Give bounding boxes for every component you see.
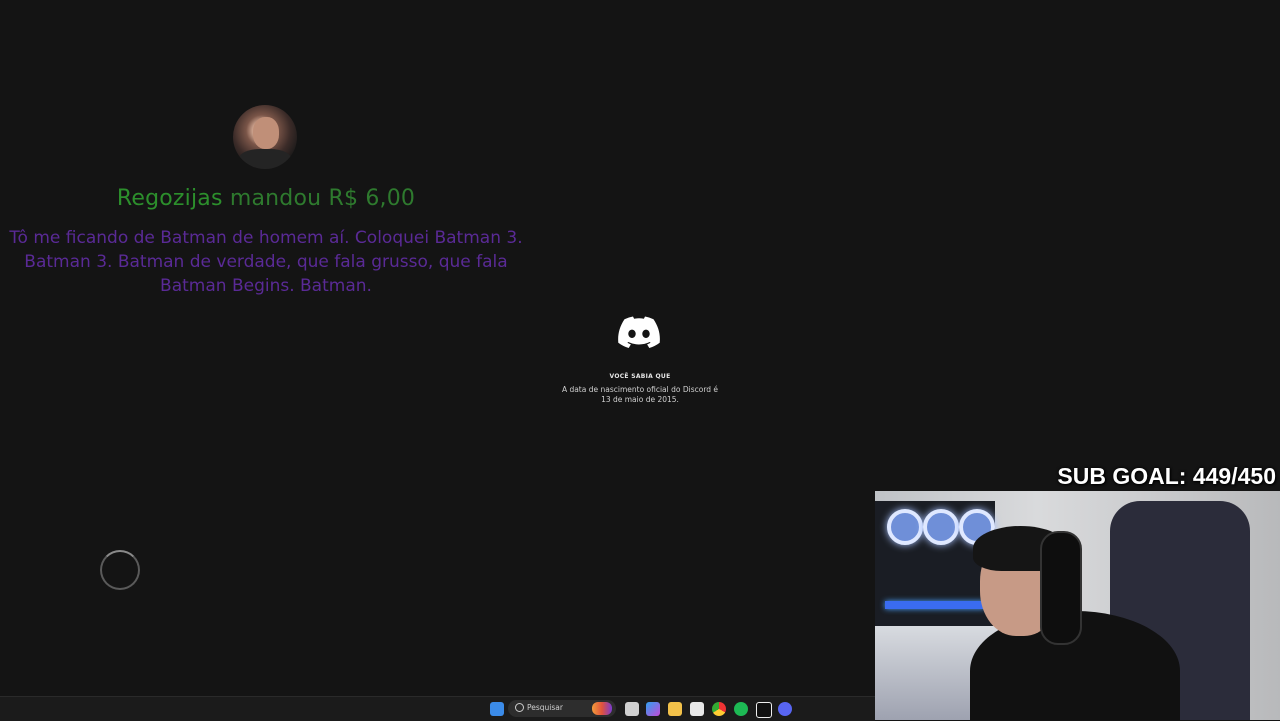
discord-icon[interactable] xyxy=(778,702,792,716)
sub-goal-counter: SUB GOAL: 449/450 xyxy=(1057,463,1276,489)
headset xyxy=(1040,531,1082,645)
chrome-icon[interactable] xyxy=(712,702,726,716)
donor-avatar xyxy=(233,105,297,169)
rgb-strip xyxy=(885,601,985,609)
search-label: Pesquisar xyxy=(527,703,563,712)
store-icon[interactable] xyxy=(690,702,704,716)
taskbar: Pesquisar xyxy=(0,696,875,721)
copilot-icon[interactable] xyxy=(646,702,660,716)
task-view-icon[interactable] xyxy=(625,702,639,716)
loading-spinner xyxy=(100,550,140,590)
donation-message: Tô me ficando de Batman de homem aí. Col… xyxy=(9,228,523,296)
donation-headline: Regozijas mandou R$ 6,00 xyxy=(0,186,532,211)
windows-start-icon[interactable] xyxy=(490,702,504,716)
did-you-know-text: A data de nascimento oficial do Discord … xyxy=(561,385,719,404)
donation-action: mandou xyxy=(229,186,322,211)
discord-logo-icon xyxy=(618,316,660,348)
file-explorer-icon[interactable] xyxy=(668,702,682,716)
spotify-icon[interactable] xyxy=(734,702,748,716)
fan-icon xyxy=(923,509,959,545)
search-icon xyxy=(515,703,524,712)
fan-icon xyxy=(887,509,923,545)
donor-name: Regozijas xyxy=(116,186,223,211)
search-highlight-icon xyxy=(592,702,612,715)
capcut-icon[interactable] xyxy=(756,702,772,718)
did-you-know-title: VOCÊ SABIA QUE xyxy=(609,373,671,380)
taskbar-search[interactable]: Pesquisar xyxy=(508,700,616,717)
webcam-feed xyxy=(875,491,1280,720)
donation-amount: R$ 6,00 xyxy=(328,186,416,211)
